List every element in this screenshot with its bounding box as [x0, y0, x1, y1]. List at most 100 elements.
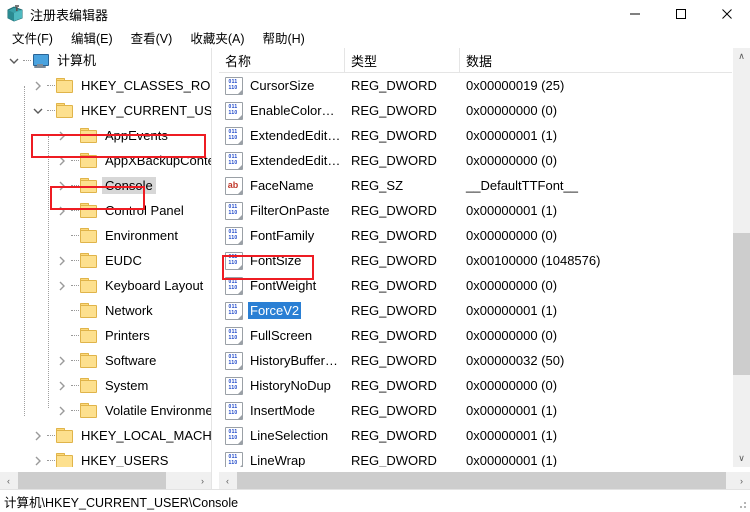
- tree-connector: [70, 348, 80, 373]
- chevron-right-icon[interactable]: [54, 198, 70, 223]
- tree-item-system[interactable]: System: [0, 373, 211, 398]
- column-header-data[interactable]: 数据: [460, 48, 732, 72]
- folder-icon: [80, 178, 97, 193]
- menu-favorites[interactable]: 收藏夹(A): [181, 27, 253, 49]
- tree-item-appxbackupcontentty[interactable]: AppXBackupContentTy: [0, 148, 211, 173]
- vscroll-down-arrow[interactable]: ∨: [733, 450, 750, 467]
- chevron-right-icon[interactable]: [54, 398, 70, 423]
- table-row[interactable]: 011 110 FontFamily REG_DWORD 0x00000000 (0): [219, 223, 732, 248]
- tree-item-hkey-classes-root[interactable]: HKEY_CLASSES_ROOT: [0, 73, 211, 98]
- tree-horizontal-scrollbar[interactable]: ‹ ›: [0, 472, 211, 489]
- folder-icon: [80, 378, 97, 393]
- tree-item-hkey-current-user[interactable]: HKEY_CURRENT_USER: [0, 98, 211, 123]
- dword-icon: 011 110: [225, 426, 243, 445]
- tree-connector: [70, 148, 80, 173]
- tree-item-appevents[interactable]: AppEvents: [0, 123, 211, 148]
- menu-bar: 文件(F) 编辑(E) 查看(V) 收藏夹(A) 帮助(H): [0, 28, 750, 48]
- table-row[interactable]: 011 110 CursorSize REG_DWORD 0x00000019 (25): [219, 73, 732, 98]
- table-row[interactable]: 011 110 FontWeight REG_DWORD 0x00000000 (0): [219, 273, 732, 298]
- tree-item-label: Software: [105, 353, 157, 368]
- tree-item-environment[interactable]: Environment: [0, 223, 211, 248]
- tree-item-control-panel[interactable]: Control Panel: [0, 198, 211, 223]
- table-row[interactable]: 011 110 HistoryNoDup REG_DWORD 0x00000000 (0…: [219, 373, 732, 398]
- tree-item-hkey-users[interactable]: HKEY_USERS: [0, 448, 211, 467]
- chevron-right-icon[interactable]: [54, 148, 70, 173]
- values-vertical-scrollbar[interactable]: ∧ ∨: [733, 48, 750, 467]
- table-row[interactable]: 011 110 FontSize REG_DWORD 0x00100000 (10485…: [219, 248, 732, 273]
- tree-item-software[interactable]: Software: [0, 348, 211, 373]
- table-row[interactable]: 011 110 LineWrap REG_DWORD 0x00000001 (1): [219, 448, 732, 467]
- tree-item-network[interactable]: Network: [0, 298, 211, 323]
- tree-hscroll-right-arrow[interactable]: ›: [194, 472, 211, 489]
- tree-item-eudc[interactable]: EUDC: [0, 248, 211, 273]
- values-hscroll-thumb[interactable]: [237, 472, 726, 489]
- values-list[interactable]: 011 110 CursorSize REG_DWORD 0x00000019 (25)…: [219, 73, 732, 467]
- vscroll-thumb[interactable]: [733, 233, 750, 375]
- resize-grip[interactable]: [736, 498, 748, 510]
- table-row[interactable]: 011 110 FilterOnPaste REG_DWORD 0x00000001 (…: [219, 198, 732, 223]
- column-header-type[interactable]: 类型: [345, 48, 460, 72]
- tree-hscroll-thumb[interactable]: [18, 472, 166, 489]
- maximize-button[interactable]: [658, 0, 704, 28]
- value-type: REG_DWORD: [351, 78, 437, 93]
- chevron-down-icon[interactable]: [30, 98, 46, 123]
- menu-view[interactable]: 查看(V): [122, 27, 182, 49]
- table-row[interactable]: ab FaceName REG_SZ __DefaultTTFont__: [219, 173, 732, 198]
- table-row[interactable]: 011 110 EnableColorSe… REG_DWORD 0x00000000 …: [219, 98, 732, 123]
- value-name: LineSelection: [250, 428, 329, 443]
- table-row[interactable]: 011 110 FullScreen REG_DWORD 0x00000000 (0): [219, 323, 732, 348]
- tree-item-keyboard-layout[interactable]: Keyboard Layout: [0, 273, 211, 298]
- tree-hscroll-left-arrow[interactable]: ‹: [0, 472, 17, 489]
- folder-icon: [80, 153, 97, 168]
- table-row[interactable]: 011 110 LineSelection REG_DWORD 0x00000001 (…: [219, 423, 732, 448]
- chevron-right-icon[interactable]: [30, 423, 46, 448]
- chevron-right-icon[interactable]: [30, 73, 46, 98]
- value-type: REG_DWORD: [351, 328, 437, 343]
- tree-item-console[interactable]: Console: [0, 173, 211, 198]
- tree-item-volatile-environment[interactable]: Volatile Environment: [0, 398, 211, 423]
- tree-hscroll-track[interactable]: [17, 472, 194, 489]
- minimize-button[interactable]: [612, 0, 658, 28]
- table-row[interactable]: 011 110 HistoryBufferSi… REG_DWORD 0x0000003…: [219, 348, 732, 373]
- column-header-name[interactable]: 名称: [219, 48, 345, 72]
- values-hscroll-right-arrow[interactable]: ›: [733, 472, 750, 489]
- value-type: REG_SZ: [351, 178, 404, 193]
- tree-item-hkey-local-machine[interactable]: HKEY_LOCAL_MACHINE: [0, 423, 211, 448]
- table-row[interactable]: 011 110 ExtendedEditK… REG_DWORD 0x00000001 …: [219, 123, 732, 148]
- value-name-cell: 011 110 LineWrap: [219, 451, 345, 467]
- dword-icon: 011 110: [225, 351, 243, 370]
- tree-item--[interactable]: 计算机: [0, 48, 211, 73]
- value-data: 0x00000019 (25): [466, 78, 565, 93]
- chevron-right-icon[interactable]: [54, 123, 70, 148]
- values-horizontal-scrollbar[interactable]: ‹ ›: [219, 472, 750, 489]
- folder-icon: [56, 103, 73, 118]
- table-row[interactable]: 011 110 ExtendedEditK… REG_DWORD 0x00000000 …: [219, 148, 732, 173]
- tree-item-printers[interactable]: Printers: [0, 323, 211, 348]
- chevron-right-icon[interactable]: [54, 373, 70, 398]
- menu-edit[interactable]: 编辑(E): [62, 27, 122, 49]
- value-name-cell: 011 110 EnableColorSe…: [219, 101, 345, 120]
- values-hscroll-track[interactable]: [236, 472, 733, 489]
- tree-connector: [70, 398, 80, 423]
- computer-icon: [32, 53, 49, 68]
- menu-file[interactable]: 文件(F): [3, 27, 62, 49]
- registry-tree[interactable]: 计算机 HKEY_CLASSES_ROOT HKEY_CURRENT_USER App…: [0, 48, 211, 467]
- chevron-right-icon[interactable]: [30, 448, 46, 467]
- chevron-right-icon[interactable]: [54, 273, 70, 298]
- tree-connector: [70, 223, 80, 248]
- chevron-right-icon[interactable]: [54, 248, 70, 273]
- tree-connector: [70, 373, 80, 398]
- tree-item-label: Volatile Environment: [105, 403, 211, 418]
- dword-icon: 011 110: [225, 401, 243, 420]
- close-button[interactable]: [704, 0, 750, 28]
- table-row[interactable]: 011 110 ForceV2 REG_DWORD 0x00000001 (1): [219, 298, 732, 323]
- table-row[interactable]: 011 110 InsertMode REG_DWORD 0x00000001 (1): [219, 398, 732, 423]
- folder-icon: [80, 303, 97, 318]
- folder-icon: [80, 128, 97, 143]
- vscroll-up-arrow[interactable]: ∧: [733, 48, 750, 65]
- chevron-right-icon[interactable]: [54, 348, 70, 373]
- chevron-down-icon[interactable]: [6, 48, 22, 73]
- menu-help[interactable]: 帮助(H): [253, 27, 313, 49]
- values-hscroll-left-arrow[interactable]: ‹: [219, 472, 236, 489]
- chevron-right-icon[interactable]: [54, 173, 70, 198]
